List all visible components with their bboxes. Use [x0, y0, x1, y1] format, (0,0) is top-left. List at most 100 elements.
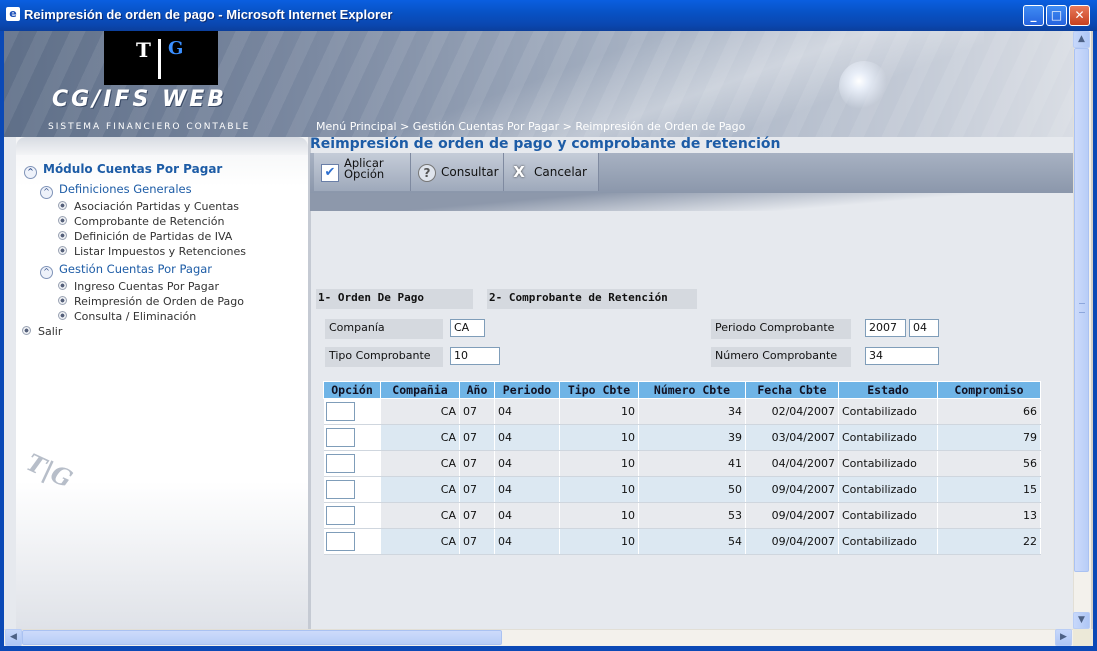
cell-compania: CA: [380, 424, 460, 451]
page-title: Reimpresión de orden de pago y comproban…: [310, 136, 781, 152]
cell-periodo: 04: [494, 528, 560, 555]
option-input[interactable]: [325, 402, 355, 421]
sidebar-item-asociacion[interactable]: Asociación Partidas y Cuentas: [58, 200, 239, 213]
company-label: Companía: [325, 319, 443, 339]
scrollbar-corner: [1073, 629, 1093, 646]
checkmark-icon: ✔: [321, 164, 339, 182]
logo-letter-g: G: [168, 38, 184, 59]
cell-estado: Contabilizado: [838, 502, 938, 529]
col-compania: Compañia: [380, 381, 460, 399]
maximize-button[interactable]: □: [1046, 5, 1067, 26]
cell-tipo-cbte: 10: [559, 528, 639, 555]
sidebar-item-salir[interactable]: Salir: [22, 325, 62, 338]
consult-label: Consultar: [441, 165, 499, 179]
sidebar-item-reimpresion[interactable]: Reimpresión de Orden de Pago: [58, 295, 244, 308]
results-table: Opción Compañia Año Periodo Tipo Cbte Nú…: [323, 381, 1041, 555]
brand-subtitle: SISTEMA FINANCIERO CONTABLE: [48, 122, 251, 132]
sidebar-item-listar-impuestos[interactable]: Listar Impuestos y Retenciones: [58, 245, 246, 258]
cell-estado: Contabilizado: [838, 450, 938, 477]
period-month-input[interactable]: 04: [909, 319, 939, 337]
col-fecha-cbte: Fecha Cbte: [745, 381, 839, 399]
sidebar-module[interactable]: ^ Módulo Cuentas Por Pagar: [24, 162, 222, 179]
option-input[interactable]: [325, 532, 355, 551]
cell-tipo-cbte: 10: [559, 398, 639, 425]
cell-compania: CA: [380, 528, 460, 555]
cell-numero-cbte: 34: [638, 398, 746, 425]
table-row: CA 07 04 10 41 04/04/2007 Contabilizado 56: [323, 450, 1041, 477]
window-frame-bottom: [0, 646, 1097, 651]
close-button[interactable]: ✕: [1069, 5, 1090, 26]
logo-bar: [158, 39, 161, 79]
cell-compania: CA: [380, 476, 460, 503]
col-periodo: Periodo: [494, 381, 560, 399]
sidebar-item-comprobante-retencion[interactable]: Comprobante de Retención: [58, 215, 224, 228]
option-input[interactable]: [325, 454, 355, 473]
scroll-up-arrow-icon[interactable]: ▲: [1073, 31, 1090, 48]
option-cell: [323, 502, 381, 529]
cell-compania: CA: [380, 450, 460, 477]
cancel-button[interactable]: X Cancelar: [504, 153, 599, 191]
cell-anio: 07: [459, 476, 495, 503]
cell-compromiso: 22: [937, 528, 1041, 555]
sidebar-item-ingreso[interactable]: Ingreso Cuentas Por Pagar: [58, 280, 219, 293]
cell-fecha-cbte: 02/04/2007: [745, 398, 839, 425]
table-body: CA 07 04 10 34 02/04/2007 Contabilizado 66 CA 07 0…: [323, 398, 1041, 555]
option-input[interactable]: [325, 480, 355, 499]
apply-option-label: Aplicar Opción: [344, 157, 384, 180]
cell-tipo-cbte: 10: [559, 476, 639, 503]
scroll-right-arrow-icon[interactable]: ▶: [1055, 629, 1072, 646]
option-cell: [323, 450, 381, 477]
cell-periodo: 04: [494, 424, 560, 451]
collapse-icon: ^: [40, 186, 53, 199]
cell-tipo-cbte: 10: [559, 502, 639, 529]
number-input[interactable]: 34: [865, 347, 939, 365]
sidebar-group-gestion[interactable]: ^ Gestión Cuentas Por Pagar: [40, 262, 212, 279]
cell-fecha-cbte: 09/04/2007: [745, 476, 839, 503]
type-input[interactable]: 10: [450, 347, 500, 365]
cell-anio: 07: [459, 398, 495, 425]
sidebar-top-edge: [16, 137, 308, 155]
apply-option-button[interactable]: ✔ Aplicar Opción: [314, 153, 411, 191]
company-input[interactable]: CA: [450, 319, 485, 337]
question-icon: ?: [418, 164, 436, 182]
collapse-icon: ^: [24, 166, 37, 179]
sidebar-item-partidas-iva[interactable]: Definición de Partidas de IVA: [58, 230, 232, 243]
sidebar-item-label: Consulta / Eliminación: [74, 310, 197, 323]
cell-estado: Contabilizado: [838, 528, 938, 555]
toolbar: ✔ Aplicar Opción ? Consultar X Cancelar: [310, 153, 1073, 193]
window-titlebar[interactable]: e Reimpresión de orden de pago - Microso…: [0, 0, 1097, 31]
sidebar-item-consulta[interactable]: Consulta / Eliminación: [58, 310, 196, 323]
option-input[interactable]: [325, 428, 355, 447]
breadcrumb: Menú Principal > Gestión Cuentas Por Pag…: [316, 120, 746, 133]
option-cell: [323, 424, 381, 451]
bullet-icon: [58, 296, 67, 305]
scroll-left-arrow-icon[interactable]: ◀: [5, 629, 22, 646]
period-label: Periodo Comprobante: [711, 319, 851, 339]
sidebar-item-label: Salir: [38, 325, 63, 338]
cell-compromiso: 66: [937, 398, 1041, 425]
banner-orb: [839, 61, 889, 111]
cell-compromiso: 79: [937, 424, 1041, 451]
table-row: CA 07 04 10 39 03/04/2007 Contabilizado 79: [323, 424, 1041, 451]
cell-numero-cbte: 53: [638, 502, 746, 529]
cell-fecha-cbte: 04/04/2007: [745, 450, 839, 477]
vertical-scrollbar-thumb[interactable]: [1074, 48, 1089, 572]
cell-anio: 07: [459, 450, 495, 477]
bullet-icon: [58, 246, 67, 255]
window-frame-right: [1093, 31, 1097, 651]
minimize-button[interactable]: _: [1023, 5, 1044, 26]
period-year-input[interactable]: 2007: [865, 319, 906, 337]
cell-compania: CA: [380, 398, 460, 425]
horizontal-scrollbar-thumb[interactable]: [22, 630, 502, 645]
scroll-down-arrow-icon[interactable]: ▼: [1073, 612, 1090, 629]
section-order: 1- Orden De Pago: [316, 289, 473, 309]
sidebar-group-definiciones[interactable]: ^ Definiciones Generales: [40, 182, 192, 199]
cell-numero-cbte: 50: [638, 476, 746, 503]
x-icon: X: [513, 163, 525, 181]
sidebar-item-label: Asociación Partidas y Cuentas: [74, 200, 240, 213]
option-input[interactable]: [325, 506, 355, 525]
consult-button[interactable]: ? Consultar: [411, 153, 504, 191]
cell-anio: 07: [459, 424, 495, 451]
table-row: CA 07 04 10 53 09/04/2007 Contabilizado 13: [323, 502, 1041, 529]
cell-compania: CA: [380, 502, 460, 529]
